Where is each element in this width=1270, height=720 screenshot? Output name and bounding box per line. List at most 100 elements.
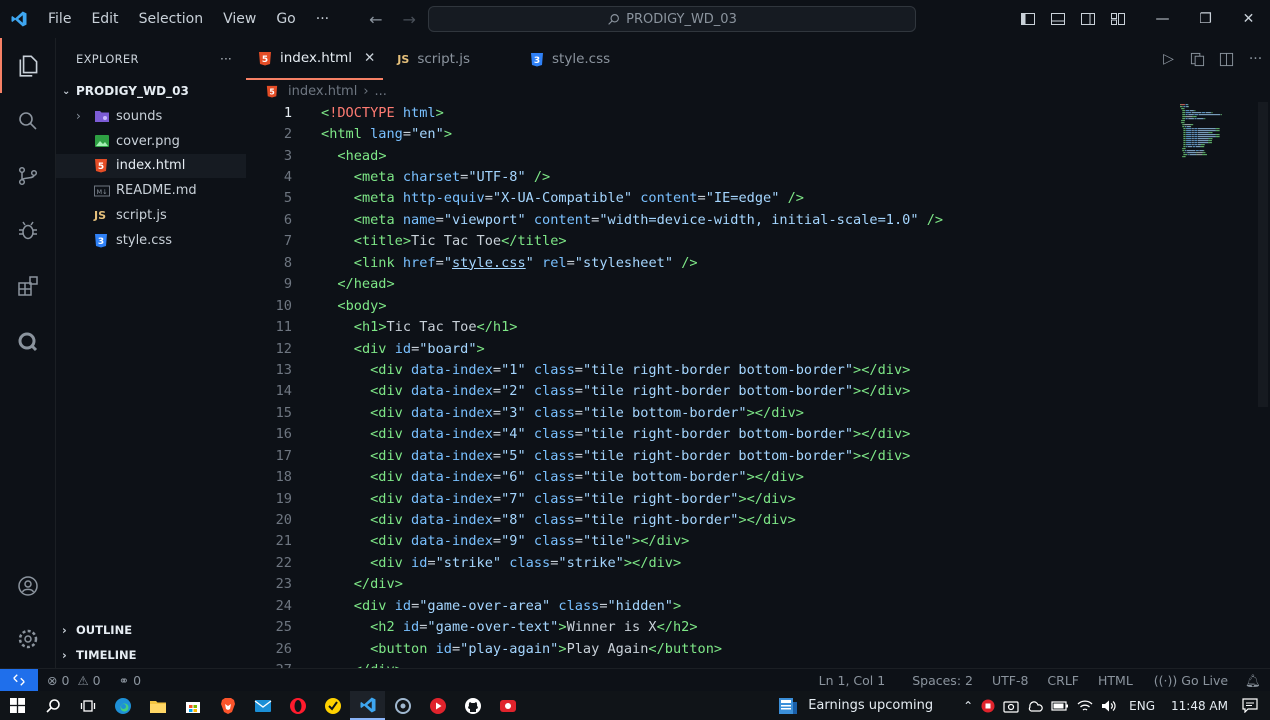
maximize-icon[interactable]: ❐ (1184, 0, 1227, 38)
battery-icon[interactable] (1047, 700, 1073, 712)
explorer-icon[interactable] (0, 38, 56, 93)
code-line[interactable]: 1 <!DOCTYPE html> (246, 102, 1270, 123)
breadcrumb-file[interactable]: index.html (288, 84, 357, 99)
code-line[interactable]: 9 </head> (246, 274, 1270, 295)
settings-gear-icon[interactable] (0, 611, 56, 666)
cursor-position[interactable]: Ln 1, Col 1 (810, 673, 895, 688)
vscode-taskbar-icon[interactable] (350, 691, 385, 720)
volume-icon[interactable] (1097, 699, 1121, 713)
task-view-icon[interactable] (70, 691, 105, 720)
minimap[interactable] (1178, 102, 1246, 162)
windows-start-icon[interactable] (0, 691, 35, 720)
code-line[interactable]: 7 <title>Tic Tac Toe</title> (246, 231, 1270, 252)
mail-icon[interactable] (245, 691, 280, 720)
timeline-section[interactable]: › TIMELINE (56, 642, 246, 667)
store-icon[interactable] (175, 691, 210, 720)
code-line[interactable]: 21 <div data-index="9" class="tile"></di… (246, 531, 1270, 552)
language-mode[interactable]: HTML (1088, 673, 1142, 688)
toggle-panel-icon[interactable] (1043, 0, 1073, 38)
menu-selection[interactable]: Selection (129, 0, 214, 38)
code-line[interactable]: 16 <div data-index="4" class="tile right… (246, 424, 1270, 445)
menu-file[interactable]: File (38, 0, 81, 38)
code-line[interactable]: 22 <div id="strike" class="strike"></div… (246, 552, 1270, 573)
code-line[interactable]: 27 </div> (246, 659, 1270, 668)
remote-indicator[interactable] (0, 668, 38, 692)
back-arrow-icon[interactable]: ← (359, 10, 392, 29)
code-line[interactable]: 8 <link href="style.css" rel="stylesheet… (246, 252, 1270, 273)
code-line[interactable]: 14 <div data-index="2" class="tile right… (246, 381, 1270, 402)
menu-edit[interactable]: Edit (81, 0, 128, 38)
scroll-thumb[interactable] (1258, 102, 1268, 407)
code-line[interactable]: 25 <h2 id="game-over-text">Winner is X</… (246, 617, 1270, 638)
tree-item-cover-png[interactable]: cover.png (56, 129, 246, 154)
quokka-icon[interactable] (0, 313, 56, 368)
code-line[interactable]: 13 <div data-index="1" class="tile right… (246, 359, 1270, 380)
line-ending[interactable]: CRLF (1037, 673, 1088, 688)
app-icon[interactable] (385, 691, 420, 720)
accounts-icon[interactable] (0, 558, 56, 613)
wifi-icon[interactable] (1073, 699, 1097, 713)
toggle-primary-sidebar-icon[interactable] (1013, 0, 1043, 38)
tree-item-style-css[interactable]: 3 style.css (56, 228, 246, 253)
workspace-folder[interactable]: ⌄ PRODIGY_WD_03 (56, 80, 246, 102)
close-window-icon[interactable]: ✕ (1227, 0, 1270, 38)
input-language[interactable]: ENG (1121, 699, 1163, 713)
run-debug-icon[interactable] (0, 203, 56, 258)
ports-indicator[interactable]: ⚭ 0 (110, 673, 150, 688)
code-line[interactable]: 23 </div> (246, 574, 1270, 595)
screen-recorder-icon[interactable] (420, 691, 455, 720)
explorer-more-icon[interactable]: ··· (220, 52, 232, 66)
editor-scrollbar[interactable] (1256, 102, 1270, 668)
encoding[interactable]: UTF-8 (982, 673, 1037, 688)
edge-browser-icon[interactable] (105, 691, 140, 720)
tree-item-sounds[interactable]: › sounds (56, 104, 246, 129)
clock[interactable]: 11:48 AM (1163, 699, 1236, 713)
extensions-icon[interactable] (0, 258, 56, 313)
search-icon[interactable] (35, 691, 70, 720)
tree-item-readme[interactable]: M↓ README.md (56, 178, 246, 203)
code-line[interactable]: 2 <html lang="en"> (246, 123, 1270, 144)
code-line[interactable]: 19 <div data-index="7" class="tile right… (246, 488, 1270, 509)
github-desktop-icon[interactable] (455, 691, 490, 720)
menu-go[interactable]: Go (266, 0, 305, 38)
editor-more-icon[interactable]: ··· (1241, 51, 1270, 67)
split-editor-icon[interactable] (1212, 52, 1241, 67)
opera-browser-icon[interactable] (280, 691, 315, 720)
brave-browser-icon[interactable] (210, 691, 245, 720)
code-line[interactable]: 15 <div data-index="3" class="tile botto… (246, 402, 1270, 423)
code-line[interactable]: 24 <div id="game-over-area" class="hidde… (246, 595, 1270, 616)
tab-script-js[interactable]: JS script.js (383, 38, 516, 80)
problems-indicator[interactable]: ⊗ 0 ⚠ 0 (38, 673, 110, 688)
run-icon[interactable]: ▷ (1154, 51, 1183, 67)
code-line[interactable]: 26 <button id="play-again">Play Again</b… (246, 638, 1270, 659)
code-line[interactable]: 4 <meta charset="UTF-8" /> (246, 166, 1270, 187)
code-line[interactable]: 18 <div data-index="6" class="tile botto… (246, 466, 1270, 487)
forward-arrow-icon[interactable]: → (393, 10, 426, 29)
recording-app-icon[interactable] (490, 691, 525, 720)
code-line[interactable]: 3 <head> (246, 145, 1270, 166)
code-line[interactable]: 17 <div data-index="5" class="tile right… (246, 445, 1270, 466)
go-live-button[interactable]: ((·)) Go Live (1142, 673, 1237, 688)
code-line[interactable]: 20 <div data-index="8" class="tile right… (246, 509, 1270, 530)
record-stop-icon[interactable] (977, 699, 999, 713)
code-line[interactable]: 6 <meta name="viewport" content="width=d… (246, 209, 1270, 230)
tab-index-html[interactable]: 5 index.html ✕ (246, 38, 384, 80)
news-widget[interactable]: Earnings upcoming (774, 697, 937, 715)
menu-view[interactable]: View (213, 0, 266, 38)
search-icon[interactable] (0, 93, 56, 148)
cloud-icon[interactable] (1023, 699, 1047, 713)
toggle-secondary-sidebar-icon[interactable] (1073, 0, 1103, 38)
outline-section[interactable]: › OUTLINE (56, 617, 246, 642)
file-explorer-icon[interactable] (140, 691, 175, 720)
norton-icon[interactable] (315, 691, 350, 720)
menu-more[interactable]: ··· (306, 0, 339, 38)
show-hidden-icons-icon[interactable]: ⌃ (959, 699, 977, 713)
tree-item-index-html[interactable]: 5 index.html (56, 153, 246, 179)
code-line[interactable]: 11 <h1>Tic Tac Toe</h1> (246, 316, 1270, 337)
camera-icon[interactable] (999, 699, 1023, 713)
tab-style-css[interactable]: 3 style.css (516, 38, 622, 80)
notifications-bell-icon[interactable]: 🔔︎ (1237, 673, 1270, 689)
code-line[interactable]: 12 <div id="board"> (246, 338, 1270, 359)
source-control-icon[interactable] (0, 148, 56, 203)
command-center-search[interactable]: PRODIGY_WD_03 (428, 6, 916, 32)
